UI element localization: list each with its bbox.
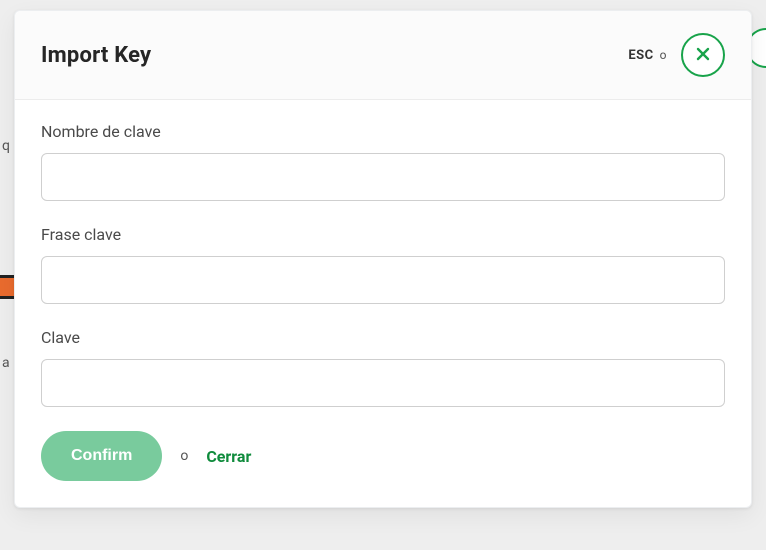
modal-title: Import Key [41, 43, 151, 68]
field-passphrase: Frase clave [41, 225, 725, 304]
field-key-name: Nombre de clave [41, 122, 725, 201]
key-name-label: Nombre de clave [41, 122, 725, 141]
close-button[interactable] [681, 33, 725, 77]
modal-actions: Confirm o Cerrar [41, 431, 725, 481]
esc-label: ESC [628, 48, 653, 63]
bg-letter-q: q [2, 138, 10, 154]
esc-or: o [660, 48, 667, 62]
key-input[interactable] [41, 359, 725, 407]
esc-hint: ESC o [628, 48, 667, 63]
modal-header: Import Key ESC o [15, 11, 751, 100]
passphrase-input[interactable] [41, 256, 725, 304]
close-link[interactable]: Cerrar [206, 447, 251, 466]
actions-or: o [180, 448, 188, 464]
modal-body: Nombre de clave Frase clave Clave Confir… [15, 100, 751, 507]
bg-orange-block [0, 275, 14, 299]
import-key-modal: Import Key ESC o Nombre de clave Fras [14, 10, 752, 508]
key-label: Clave [41, 328, 725, 347]
field-key: Clave [41, 328, 725, 407]
bg-letter-a: a [2, 355, 10, 371]
confirm-button[interactable]: Confirm [41, 431, 162, 481]
passphrase-label: Frase clave [41, 225, 725, 244]
close-icon [696, 47, 710, 64]
key-name-input[interactable] [41, 153, 725, 201]
header-right: ESC o [628, 33, 725, 77]
